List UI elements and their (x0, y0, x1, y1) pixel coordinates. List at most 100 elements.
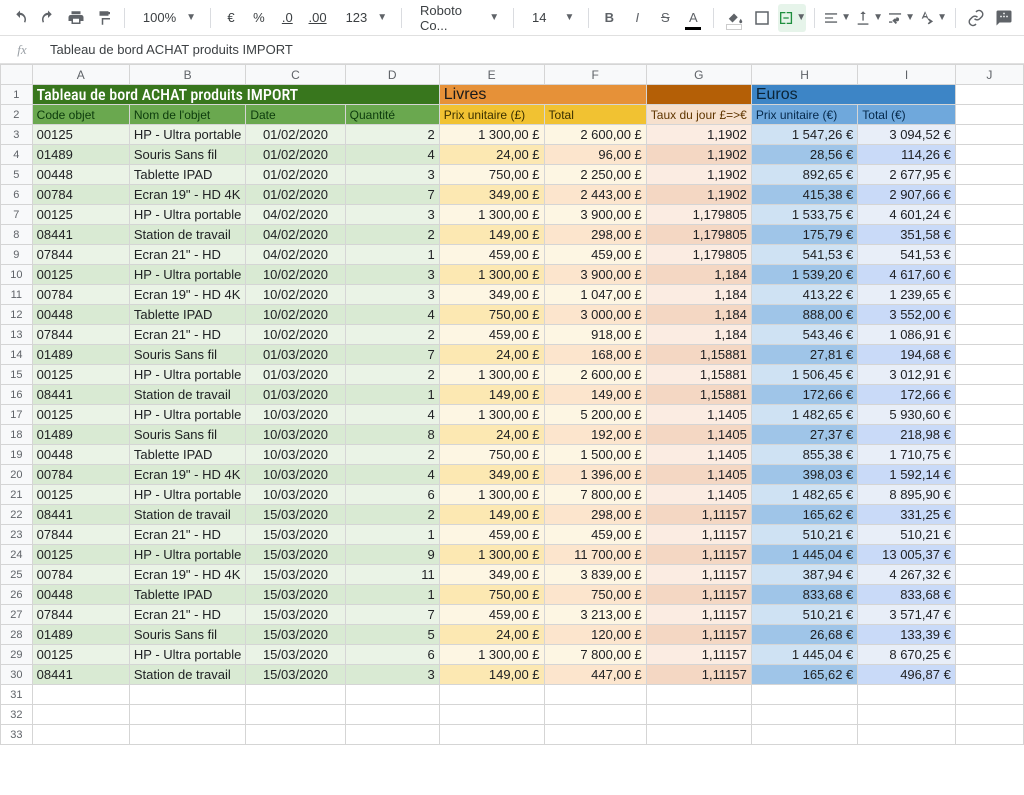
cell[interactable] (439, 725, 544, 745)
cell[interactable] (955, 645, 1023, 665)
cell-total-livres[interactable]: 11 700,00 £ (544, 545, 646, 565)
cell-prix-euros[interactable]: 1 482,65 € (751, 485, 857, 505)
cell-nom[interactable]: HP - Ultra portable (129, 405, 245, 425)
cell-total-euros[interactable]: 3 094,52 € (858, 125, 956, 145)
hdr-date[interactable]: Date (246, 105, 345, 125)
cell-code[interactable]: 01489 (32, 625, 129, 645)
cell-total-livres[interactable]: 3 000,00 £ (544, 305, 646, 325)
cell[interactable] (955, 205, 1023, 225)
cell-total-livres[interactable]: 7 800,00 £ (544, 645, 646, 665)
cell-taux[interactable]: 1,11157 (646, 545, 751, 565)
col-header[interactable]: A (32, 65, 129, 85)
cell[interactable] (955, 85, 1023, 105)
formula-input[interactable]: Tableau de bord ACHAT produits IMPORT (44, 42, 1024, 57)
cell-date[interactable]: 04/02/2020 (246, 245, 345, 265)
cell-qte[interactable]: 1 (345, 245, 439, 265)
cell-total-euros[interactable]: 1 086,91 € (858, 325, 956, 345)
row-header[interactable]: 9 (1, 245, 33, 265)
row-header[interactable]: 8 (1, 225, 33, 245)
cell-prix-euros[interactable]: 165,62 € (751, 505, 857, 525)
cell-code[interactable]: 00125 (32, 125, 129, 145)
cell-prix-euros[interactable]: 398,03 € (751, 465, 857, 485)
cell-total-livres[interactable]: 168,00 £ (544, 345, 646, 365)
cell-code[interactable]: 00125 (32, 365, 129, 385)
col-header[interactable]: B (129, 65, 245, 85)
cell-nom[interactable]: Station de travail (129, 665, 245, 685)
cell[interactable] (955, 585, 1023, 605)
cell-qte[interactable]: 9 (345, 545, 439, 565)
cell-total-euros[interactable]: 1 592,14 € (858, 465, 956, 485)
cell-total-livres[interactable]: 298,00 £ (544, 505, 646, 525)
font-size-dropdown[interactable]: 14▼ (522, 5, 580, 31)
cell-total-euros[interactable]: 541,53 € (858, 245, 956, 265)
cell-prix-livres[interactable]: 24,00 £ (439, 625, 544, 645)
cell-taux[interactable]: 1,11157 (646, 625, 751, 645)
row-header[interactable]: 31 (1, 685, 33, 705)
cell[interactable] (955, 685, 1023, 705)
cell-prix-euros[interactable]: 1 482,65 € (751, 405, 857, 425)
cell[interactable] (345, 725, 439, 745)
cell[interactable] (544, 705, 646, 725)
cell[interactable] (955, 225, 1023, 245)
cell[interactable] (955, 365, 1023, 385)
cell-qte[interactable]: 2 (345, 365, 439, 385)
cell-taux[interactable]: 1,179805 (646, 205, 751, 225)
cell-taux[interactable]: 1,1902 (646, 165, 751, 185)
cell[interactable] (858, 685, 956, 705)
row-header[interactable]: 32 (1, 705, 33, 725)
cell-nom[interactable]: Ecran 19" - HD 4K (129, 285, 245, 305)
cell-code[interactable]: 01489 (32, 345, 129, 365)
cell[interactable] (544, 685, 646, 705)
cell[interactable] (32, 705, 129, 725)
cell[interactable] (955, 125, 1023, 145)
decrease-decimal-button[interactable]: .0 (275, 4, 300, 32)
cell-prix-livres[interactable]: 459,00 £ (439, 605, 544, 625)
cell-total-euros[interactable]: 194,68 € (858, 345, 956, 365)
col-header[interactable]: J (955, 65, 1023, 85)
cell-date[interactable]: 15/03/2020 (246, 525, 345, 545)
cell-code[interactable]: 01489 (32, 425, 129, 445)
cell[interactable] (751, 725, 857, 745)
cell-total-livres[interactable]: 3 900,00 £ (544, 205, 646, 225)
cell[interactable] (858, 725, 956, 745)
cell-prix-euros[interactable]: 888,00 € (751, 305, 857, 325)
cell-taux[interactable]: 1,1405 (646, 445, 751, 465)
cell-date[interactable]: 15/03/2020 (246, 645, 345, 665)
cell-total-euros[interactable]: 3 012,91 € (858, 365, 956, 385)
cell-code[interactable]: 08441 (32, 225, 129, 245)
cell-nom[interactable]: Ecran 19" - HD 4K (129, 465, 245, 485)
cell-qte[interactable]: 8 (345, 425, 439, 445)
cell-total-euros[interactable]: 496,87 € (858, 665, 956, 685)
cell-prix-euros[interactable]: 28,56 € (751, 145, 857, 165)
cell-date[interactable]: 01/02/2020 (246, 165, 345, 185)
col-header[interactable]: H (751, 65, 857, 85)
cell-total-livres[interactable]: 120,00 £ (544, 625, 646, 645)
cell-prix-livres[interactable]: 459,00 £ (439, 245, 544, 265)
cell-total-euros[interactable]: 8 670,25 € (858, 645, 956, 665)
cell-total-livres[interactable]: 149,00 £ (544, 385, 646, 405)
cell[interactable] (955, 485, 1023, 505)
cell[interactable] (955, 445, 1023, 465)
cell-taux[interactable]: 1,179805 (646, 245, 751, 265)
row-header[interactable]: 12 (1, 305, 33, 325)
cell-date[interactable]: 15/03/2020 (246, 585, 345, 605)
row-header[interactable]: 10 (1, 265, 33, 285)
cell[interactable] (955, 265, 1023, 285)
cell-date[interactable]: 15/03/2020 (246, 665, 345, 685)
cell-total-euros[interactable]: 3 552,00 € (858, 305, 956, 325)
cell-prix-euros[interactable]: 1 539,20 € (751, 265, 857, 285)
cell[interactable] (955, 165, 1023, 185)
col-header[interactable]: E (439, 65, 544, 85)
cell-prix-livres[interactable]: 750,00 £ (439, 165, 544, 185)
hdr-prix-e[interactable]: Prix unitaire (€) (751, 105, 857, 125)
cell-prix-livres[interactable]: 459,00 £ (439, 525, 544, 545)
cell-taux[interactable]: 1,1405 (646, 485, 751, 505)
cell-qte[interactable]: 11 (345, 565, 439, 585)
row-header[interactable]: 17 (1, 405, 33, 425)
row-header[interactable]: 11 (1, 285, 33, 305)
cell-qte[interactable]: 7 (345, 185, 439, 205)
cell-code[interactable]: 00125 (32, 205, 129, 225)
cell-total-euros[interactable]: 2 677,95 € (858, 165, 956, 185)
cell-total-livres[interactable]: 1 396,00 £ (544, 465, 646, 485)
cell-nom[interactable]: Station de travail (129, 225, 245, 245)
